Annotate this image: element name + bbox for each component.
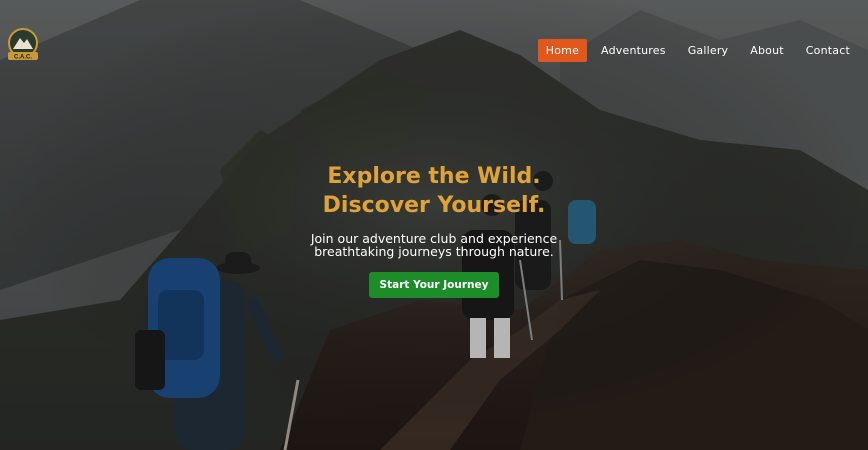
nav-about[interactable]: About — [742, 39, 792, 62]
logo[interactable]: C.A.C. — [6, 28, 40, 64]
nav-home[interactable]: Home — [537, 39, 588, 62]
hero-headline-line2: Discover Yourself. — [322, 193, 546, 218]
hero-headline: Explore the Wild. Discover Yourself. — [0, 162, 868, 220]
nav-gallery[interactable]: Gallery — [680, 39, 737, 62]
nav-contact[interactable]: Contact — [798, 39, 858, 62]
mountain-emblem-icon: C.A.C. — [8, 28, 38, 61]
main-nav: Home Adventures Gallery About Contact — [537, 39, 858, 62]
hero-subtext: Join our adventure club and experience b… — [310, 231, 558, 259]
start-journey-button[interactable]: Start Your Journey — [368, 272, 500, 298]
hero-content: Explore the Wild. Discover Yourself. Joi… — [0, 162, 868, 298]
hero-headline-line1: Explore the Wild. — [327, 164, 541, 189]
logo-text: C.A.C. — [14, 55, 32, 61]
nav-adventures[interactable]: Adventures — [593, 39, 674, 62]
